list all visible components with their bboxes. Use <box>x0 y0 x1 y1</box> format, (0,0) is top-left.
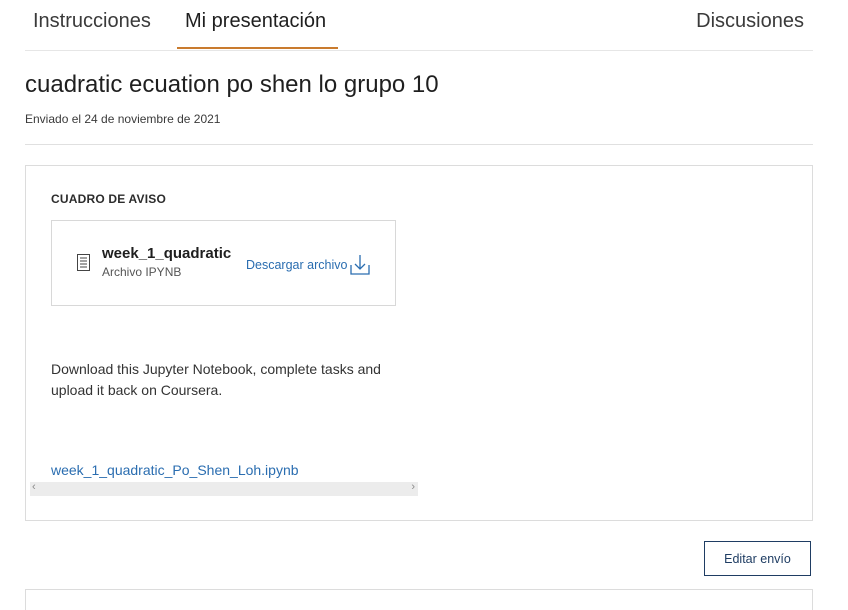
file-attachment: week_1_quadratic Archivo IPYNB Descargar… <box>51 220 396 306</box>
divider <box>25 144 813 145</box>
notebook-file-link[interactable]: week_1_quadratic_Po_Shen_Loh.ipynb <box>51 462 299 478</box>
active-tab-indicator <box>177 47 338 49</box>
tab-discusiones[interactable]: Discusiones <box>696 10 804 33</box>
download-file-link[interactable]: Descargar archivo <box>246 258 347 272</box>
submission-date: Enviado el 24 de noviembre de 2021 <box>25 112 221 126</box>
tab-bar: Instrucciones Mi presentación Discusione… <box>25 0 813 51</box>
download-icon[interactable] <box>349 254 371 276</box>
horizontal-scrollbar[interactable]: ‹ › <box>30 481 418 496</box>
file-name: week_1_quadratic <box>102 245 232 262</box>
instructions-text: Download this Jupyter Notebook, complete… <box>51 361 381 398</box>
page-title: cuadratic ecuation po shen lo grupo 10 <box>25 71 439 98</box>
document-icon <box>77 254 90 271</box>
edit-submission-button[interactable]: Editar envío <box>704 541 811 576</box>
file-type: Archivo IPYNB <box>102 265 182 279</box>
next-card <box>25 589 813 610</box>
notice-heading: CUADRO DE AVISO <box>51 192 167 206</box>
notice-card: CUADRO DE AVISO week_1_quadratic Archivo… <box>25 165 813 521</box>
chevron-right-icon[interactable]: › <box>411 481 415 493</box>
tab-mi-presentacion[interactable]: Mi presentación <box>185 10 326 33</box>
tab-instrucciones[interactable]: Instrucciones <box>33 10 151 33</box>
chevron-left-icon[interactable]: ‹ <box>32 481 36 493</box>
